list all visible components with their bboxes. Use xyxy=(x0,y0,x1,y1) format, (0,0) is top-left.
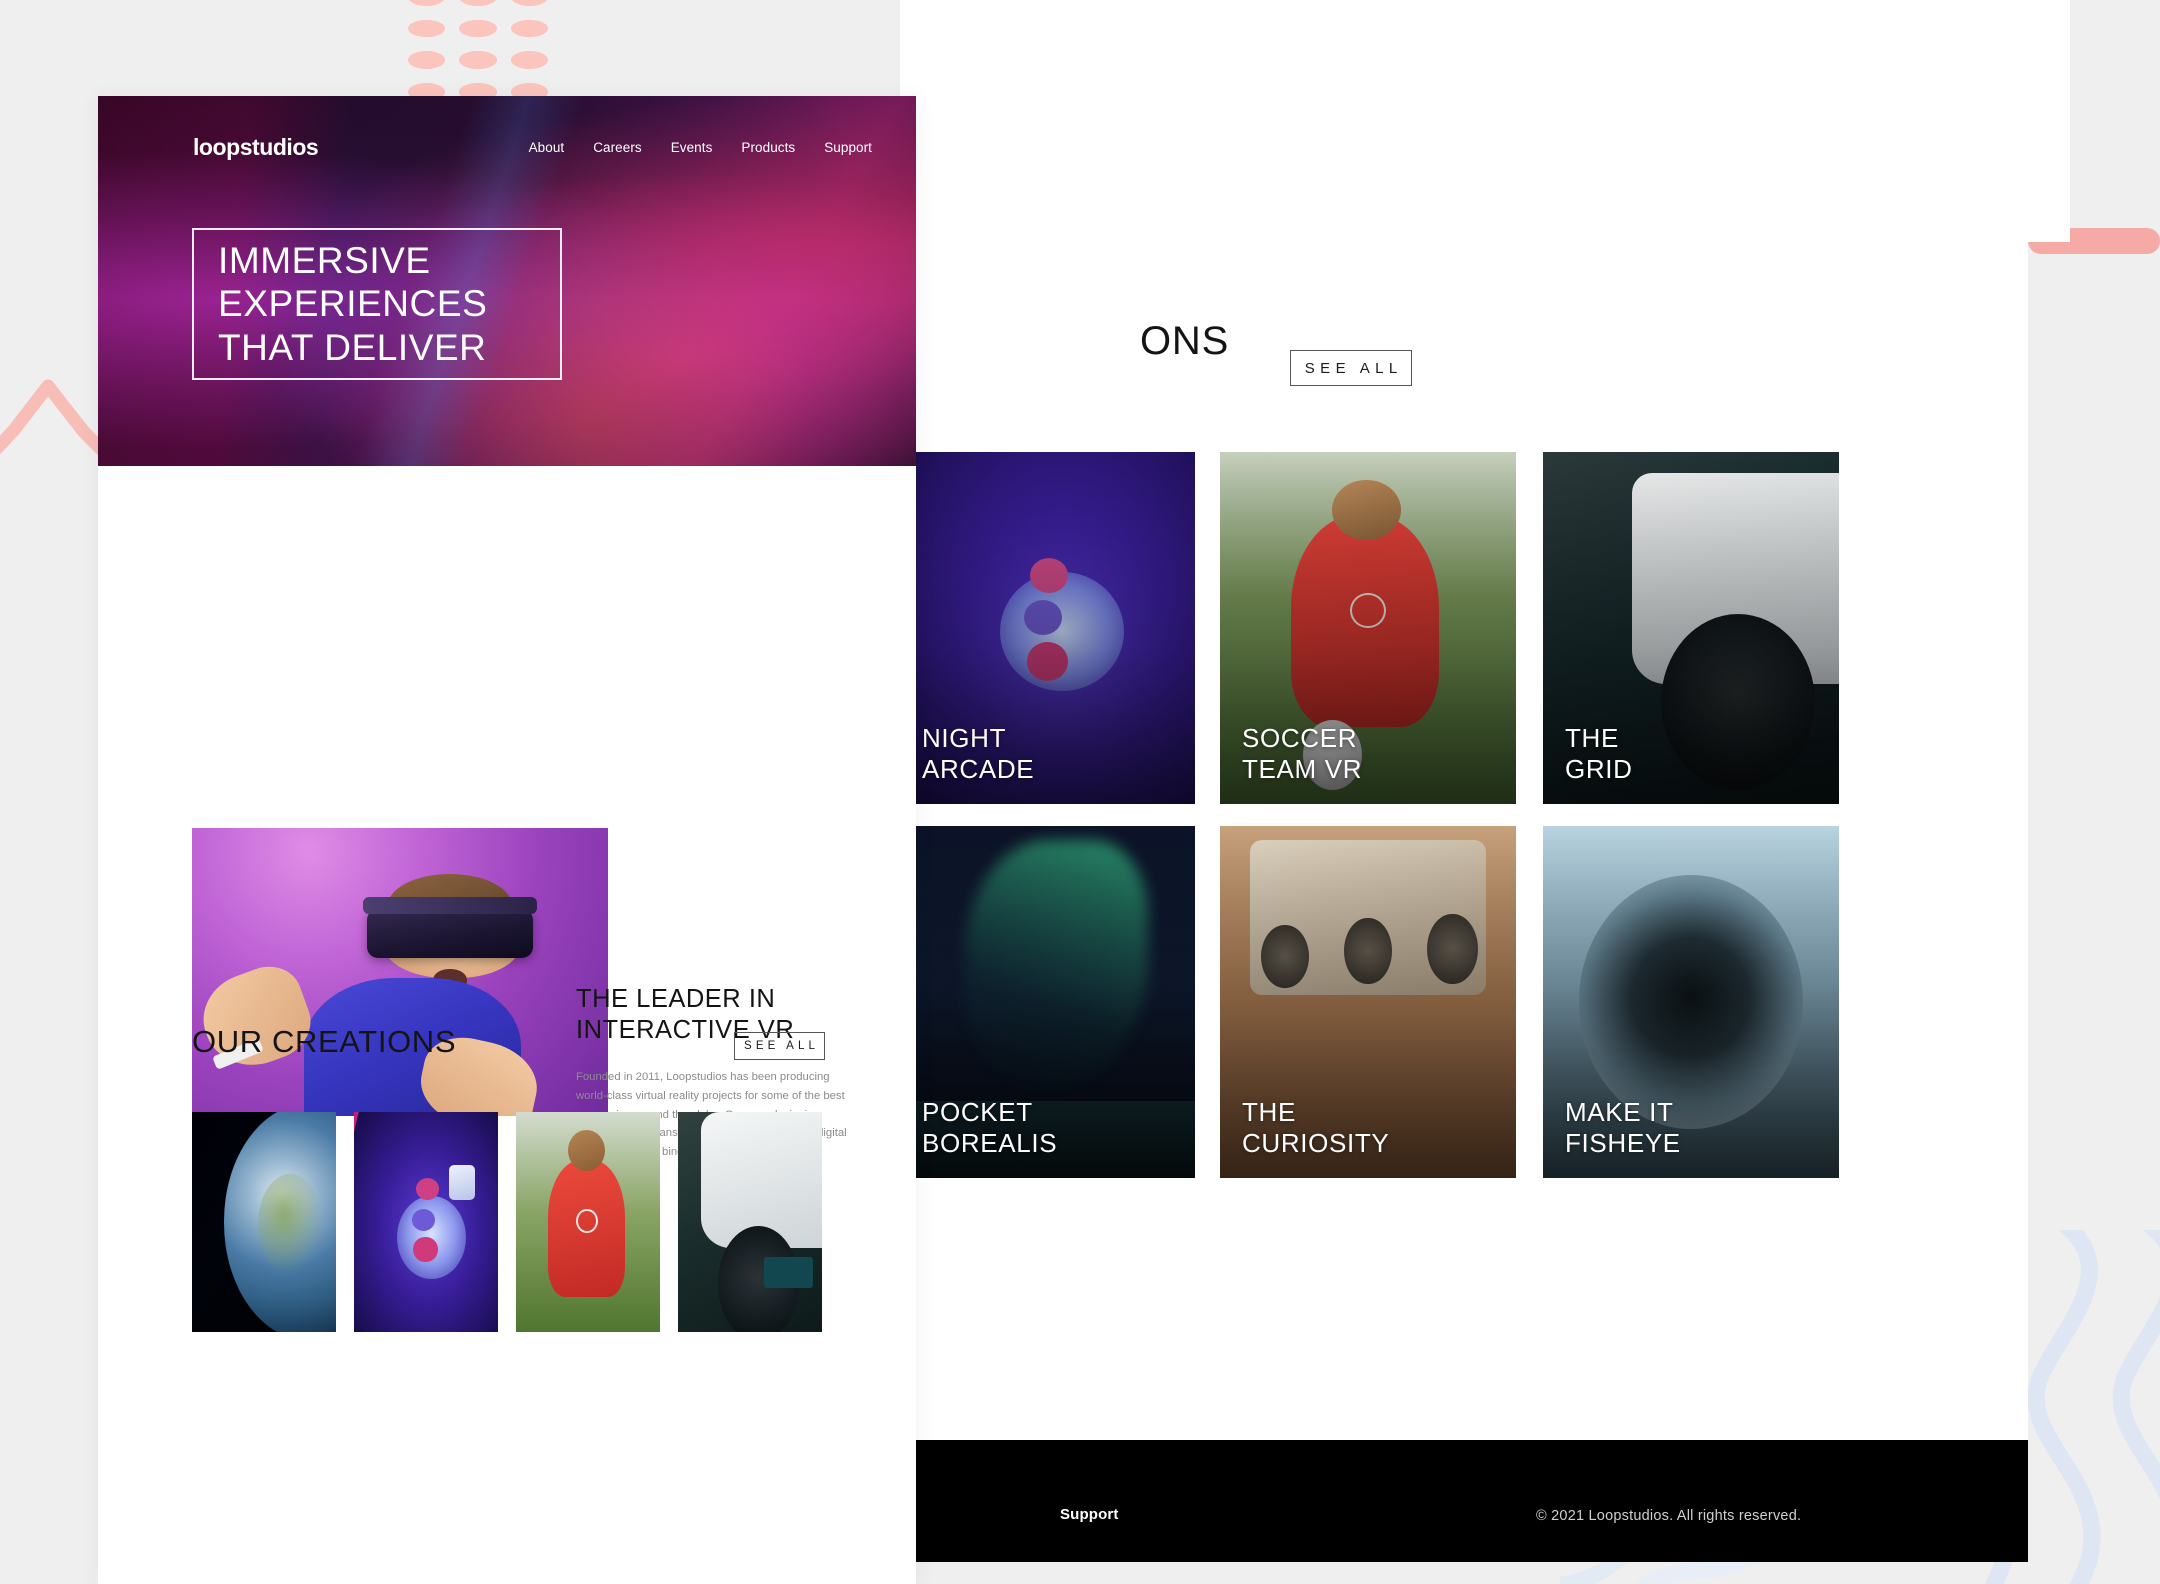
hero-headline-line3: THAT DELIVER xyxy=(218,326,487,368)
hero-headline-line2: EXPERIENCES xyxy=(218,283,488,325)
creation-card-title: THE CURIOSITY xyxy=(1242,1097,1389,1160)
footer-support-link[interactable]: Support xyxy=(1060,1506,1119,1523)
creation-card[interactable]: MAKE IT FISHEYE xyxy=(1543,826,1839,1178)
creations-heading-partial: ONS xyxy=(1140,319,1230,363)
pink-dot-grid-decoration xyxy=(408,0,548,101)
creation-card-title: SOCCER TEAM VR xyxy=(1242,723,1362,786)
creation-title-line2: ARCADE xyxy=(922,754,1035,785)
creation-title-line1: MAKE IT xyxy=(1565,1096,1674,1127)
creation-title-line1: POCKET xyxy=(922,1096,1033,1127)
background-page-panel: ONS SEE ALL NIGHT ARCADE SOCCER TEAM VR … xyxy=(900,0,2028,1440)
about-heading-line1: THE LEADER IN xyxy=(576,985,776,1013)
creation-card[interactable]: THE CURIOSITY xyxy=(1220,826,1516,1178)
creation-title-line2: BOREALIS xyxy=(922,1128,1058,1159)
creations-heading: OUR CREATIONS xyxy=(192,1024,457,1059)
nav-link-products[interactable]: Products xyxy=(741,140,795,155)
hero-headline-line1: IMMERSIVE xyxy=(218,239,431,281)
creation-title-line2: FISHEYE xyxy=(1565,1128,1681,1159)
nav-link-careers[interactable]: Careers xyxy=(593,140,642,155)
hero-section: loopstudios About Careers Events Product… xyxy=(98,96,916,466)
hero-headline-box: IMMERSIVE EXPERIENCES THAT DELIVER xyxy=(192,228,562,380)
nav-links: About Careers Events Products Support xyxy=(529,140,872,155)
footer-copyright: © 2021 Loopstudios. All rights reserved. xyxy=(1536,1508,1802,1524)
creation-card-title: MAKE IT FISHEYE xyxy=(1565,1097,1681,1160)
nav-link-support[interactable]: Support xyxy=(824,140,872,155)
creation-title-line2: TEAM VR xyxy=(1242,754,1363,785)
creation-card-title: POCKET BOREALIS xyxy=(922,1097,1057,1160)
see-all-button-background[interactable]: SEE ALL xyxy=(1290,350,1412,386)
see-all-button[interactable]: SEE ALL xyxy=(734,1032,825,1060)
creation-title-line1: THE xyxy=(1565,722,1619,753)
creation-card-title: THE GRID xyxy=(1565,723,1633,786)
site-logo[interactable]: loopstudios xyxy=(193,134,319,161)
creation-title-line2: CURIOSITY xyxy=(1242,1128,1390,1159)
creation-card[interactable] xyxy=(192,1112,336,1332)
creation-card-title: NIGHT ARCADE xyxy=(922,723,1034,786)
creation-card[interactable] xyxy=(354,1112,498,1332)
vr-headset-photo xyxy=(192,828,608,1116)
creation-title-line1: SOCCER xyxy=(1242,722,1358,753)
creation-card[interactable]: POCKET BOREALIS xyxy=(900,826,1195,1178)
design-showcase-canvas: THE LEADER IN INTERACTIVE VR Founded in … xyxy=(0,0,2160,1584)
creation-card[interactable] xyxy=(678,1112,822,1332)
creation-card[interactable] xyxy=(516,1112,660,1332)
creation-card[interactable]: THE GRID xyxy=(1543,452,1839,804)
hero-headline: IMMERSIVE EXPERIENCES THAT DELIVER xyxy=(194,239,487,370)
pink-zigzag-decoration xyxy=(0,379,114,471)
about-section: THE LEADER IN INTERACTIVE VR Founded in … xyxy=(98,466,916,1158)
foreground-page-panel: loopstudios About Careers Events Product… xyxy=(98,96,916,1584)
creation-card[interactable]: NIGHT ARCADE xyxy=(900,452,1195,804)
nav-link-events[interactable]: Events xyxy=(671,140,713,155)
creation-title-line1: THE xyxy=(1242,1096,1296,1127)
creation-card[interactable]: SOCCER TEAM VR xyxy=(1220,452,1516,804)
site-footer: Support © 2021 Loopstudios. All rights r… xyxy=(900,1440,2028,1562)
creation-title-line2: GRID xyxy=(1565,754,1633,785)
main-navigation: loopstudios About Careers Events Product… xyxy=(98,96,916,161)
creation-title-line1: NIGHT xyxy=(922,722,1007,753)
nav-link-about[interactable]: About xyxy=(529,140,565,155)
